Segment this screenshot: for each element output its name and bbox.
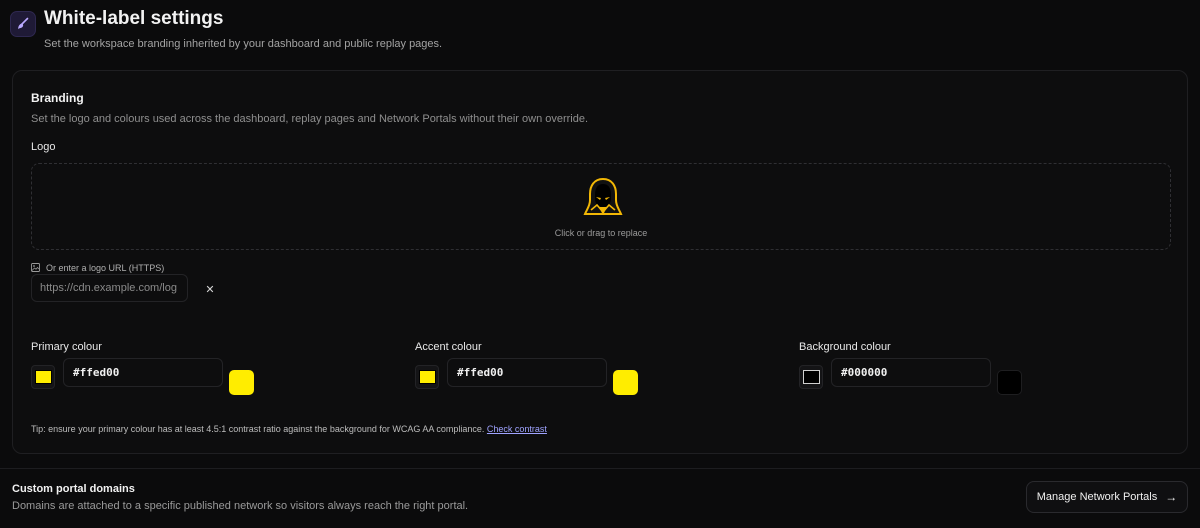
- manage-network-portals-label: Manage Network Portals: [1036, 491, 1158, 503]
- page-title: White-label settings: [44, 8, 224, 29]
- accent-colour-label: Accent colour: [415, 341, 482, 353]
- manage-network-portals-button[interactable]: Manage Network Portals →: [1026, 481, 1188, 513]
- section-divider: [0, 468, 1200, 469]
- primary-colour-input[interactable]: [63, 358, 223, 387]
- dropzone-hint: Click or drag to replace: [554, 228, 648, 238]
- background-colour-picker[interactable]: [799, 365, 823, 389]
- logo-url-label: Or enter a logo URL (HTTPS): [46, 263, 165, 273]
- logo-dropzone[interactable]: Click or drag to replace: [31, 163, 1171, 250]
- check-contrast-link[interactable]: Check contrast: [487, 424, 547, 434]
- background-colour-group: Background colour: [799, 341, 1022, 395]
- contrast-tip-text: Tip: ensure your primary colour has at l…: [31, 424, 485, 434]
- portal-domains-title: Custom portal domains: [12, 483, 135, 495]
- brush-icon: [10, 11, 36, 37]
- logo-label: Logo: [31, 141, 56, 153]
- logo-url-input[interactable]: [31, 274, 188, 302]
- background-colour-label: Background colour: [799, 341, 891, 353]
- accent-colour-picker[interactable]: [415, 365, 439, 389]
- primary-colour-label: Primary colour: [31, 341, 102, 353]
- background-colour-swatch: [802, 370, 820, 384]
- accent-colour-input[interactable]: [447, 358, 607, 387]
- background-colour-preview: [997, 370, 1022, 395]
- accent-colour-group: Accent colour: [415, 341, 638, 395]
- page-subtitle: Set the workspace branding inherited by …: [44, 38, 443, 50]
- accent-colour-preview: [613, 370, 638, 395]
- clear-url-button[interactable]: ✕: [203, 282, 217, 296]
- primary-colour-preview: [229, 370, 254, 395]
- background-colour-input[interactable]: [831, 358, 991, 387]
- contrast-tip: Tip: ensure your primary colour has at l…: [31, 424, 547, 434]
- logo-image: [582, 176, 624, 218]
- accent-colour-swatch: [418, 370, 436, 384]
- portal-domains-description: Domains are attached to a specific publi…: [12, 500, 469, 512]
- branding-description: Set the logo and colours used across the…: [31, 113, 589, 125]
- primary-colour-swatch: [34, 370, 52, 384]
- primary-colour-group: Primary colour: [31, 341, 254, 395]
- page-header: White-label settings Set the workspace b…: [10, 8, 442, 50]
- primary-colour-picker[interactable]: [31, 365, 55, 389]
- branding-title: Branding: [31, 91, 84, 105]
- arrow-right-icon: →: [1165, 490, 1178, 504]
- branding-card: Branding Set the logo and colours used a…: [12, 70, 1188, 454]
